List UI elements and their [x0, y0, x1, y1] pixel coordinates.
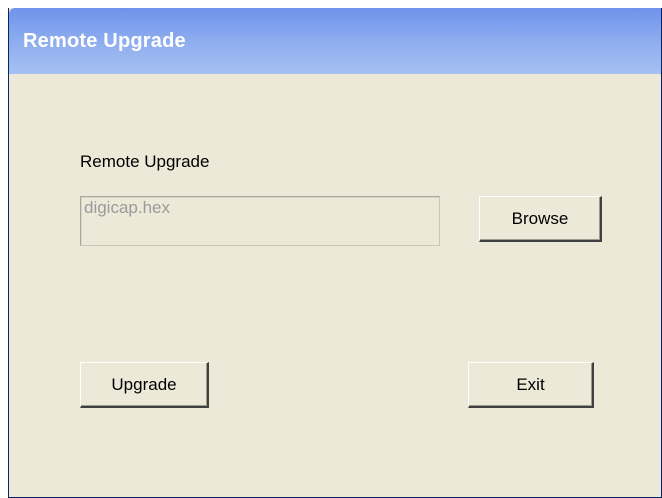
upgrade-button[interactable]: Upgrade	[80, 362, 209, 408]
title-bar[interactable]: Remote Upgrade	[9, 8, 661, 74]
file-path-input[interactable]	[80, 196, 440, 246]
window-title: Remote Upgrade	[23, 30, 186, 52]
browse-button[interactable]: Browse	[479, 196, 602, 242]
remote-upgrade-dialog: Remote Upgrade Remote Upgrade Browse Upg…	[8, 8, 662, 498]
remote-upgrade-label: Remote Upgrade	[80, 152, 210, 171]
exit-button[interactable]: Exit	[468, 362, 594, 408]
